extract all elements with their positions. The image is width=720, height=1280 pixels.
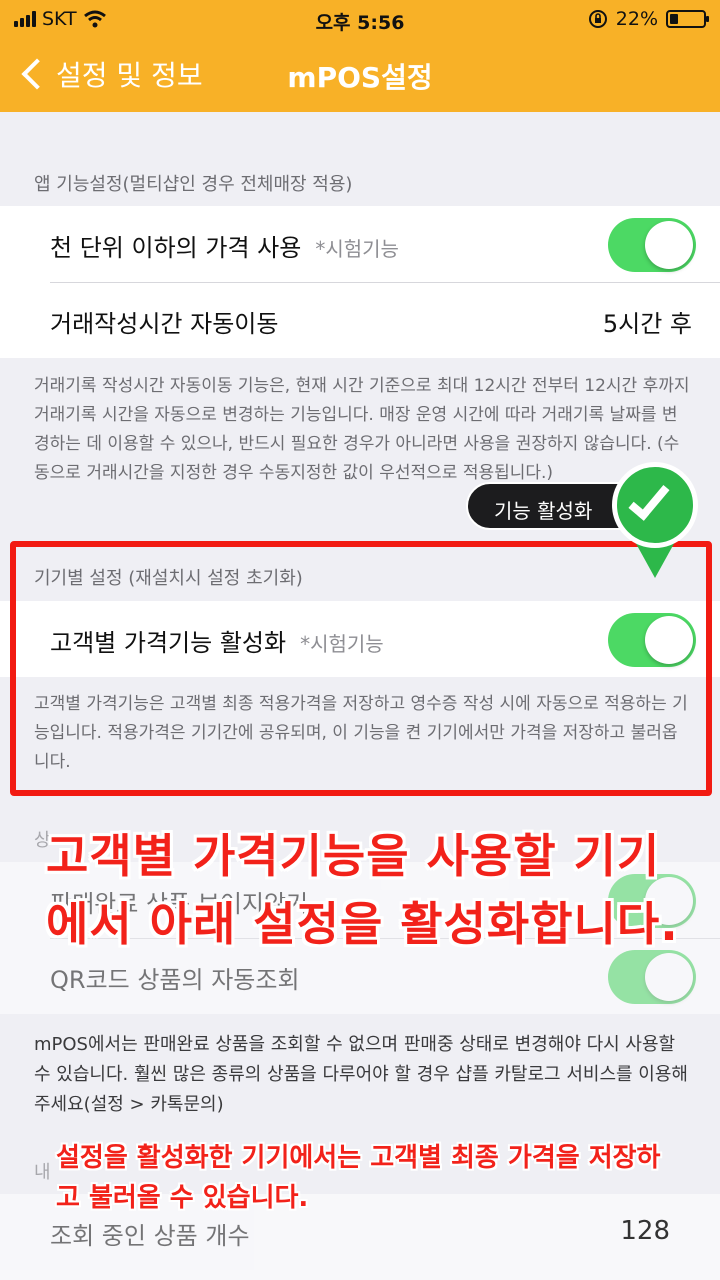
inventory-section-header: 내 <box>34 1162 51 1183</box>
status-right: 22% <box>588 8 709 30</box>
auto-shift-time-label: 거래작성시간 자동이동 <box>50 310 279 338</box>
experimental-tag: *시험기능 <box>315 237 399 261</box>
check-icon <box>612 462 698 548</box>
app-section-header: 앱 기능설정(멀티샵인 경우 전체매장 적용) <box>34 174 353 195</box>
orientation-lock-icon <box>588 10 607 28</box>
app-settings-group: 천 단위 이하의 가격 사용 *시험기능 거래작성시간 자동이동 5시간 후 <box>0 206 720 358</box>
toggle-knob <box>645 953 693 1001</box>
highlight-frame <box>10 541 712 796</box>
top-bar: SKT 오후 5:56 22% 설정 및 정보 mPOS설정 <box>0 0 720 112</box>
battery-percent: 22% <box>615 8 658 30</box>
main-caption: 고객별 가격기능을 사용할 기기에서 아래 설정을 활성화합니다. <box>46 829 679 951</box>
sub-caption: 설정을 활성화한 기기에서는 고객별 최종 가격을 저장하고 불러올 수 있습니… <box>56 1143 661 1213</box>
qr-auto-lookup-label: QR코드 상품의 자동조회 <box>50 966 300 994</box>
hundred-unit-price-toggle[interactable] <box>608 218 696 272</box>
qr-auto-lookup-toggle[interactable] <box>608 950 696 1004</box>
row-title: 천 단위 이하의 가격 사용 <box>50 234 302 262</box>
hundred-unit-price-label: 천 단위 이하의 가격 사용 *시험기능 <box>50 228 399 263</box>
toggle-knob <box>645 221 693 269</box>
nav-bar: 설정 및 정보 mPOS설정 <box>0 44 720 104</box>
product-section-footer: mPOS에서는 판매완료 상품을 조회할 수 없으며 판매중 상태로 변경해야 … <box>34 1034 688 1115</box>
battery-icon <box>666 10 709 28</box>
page-title: mPOS설정 <box>287 61 433 94</box>
hundred-unit-price-row[interactable]: 천 단위 이하의 가격 사용 *시험기능 <box>0 206 720 282</box>
auto-shift-time-value: 5시간 후 <box>602 310 692 338</box>
status-bar: SKT 오후 5:56 22% <box>0 6 720 34</box>
auto-shift-time-row[interactable]: 거래작성시간 자동이동 5시간 후 <box>0 282 720 358</box>
loaded-count-value: 128 <box>620 1216 670 1246</box>
loaded-count-label: 조회 중인 상품 개수 <box>50 1222 250 1250</box>
